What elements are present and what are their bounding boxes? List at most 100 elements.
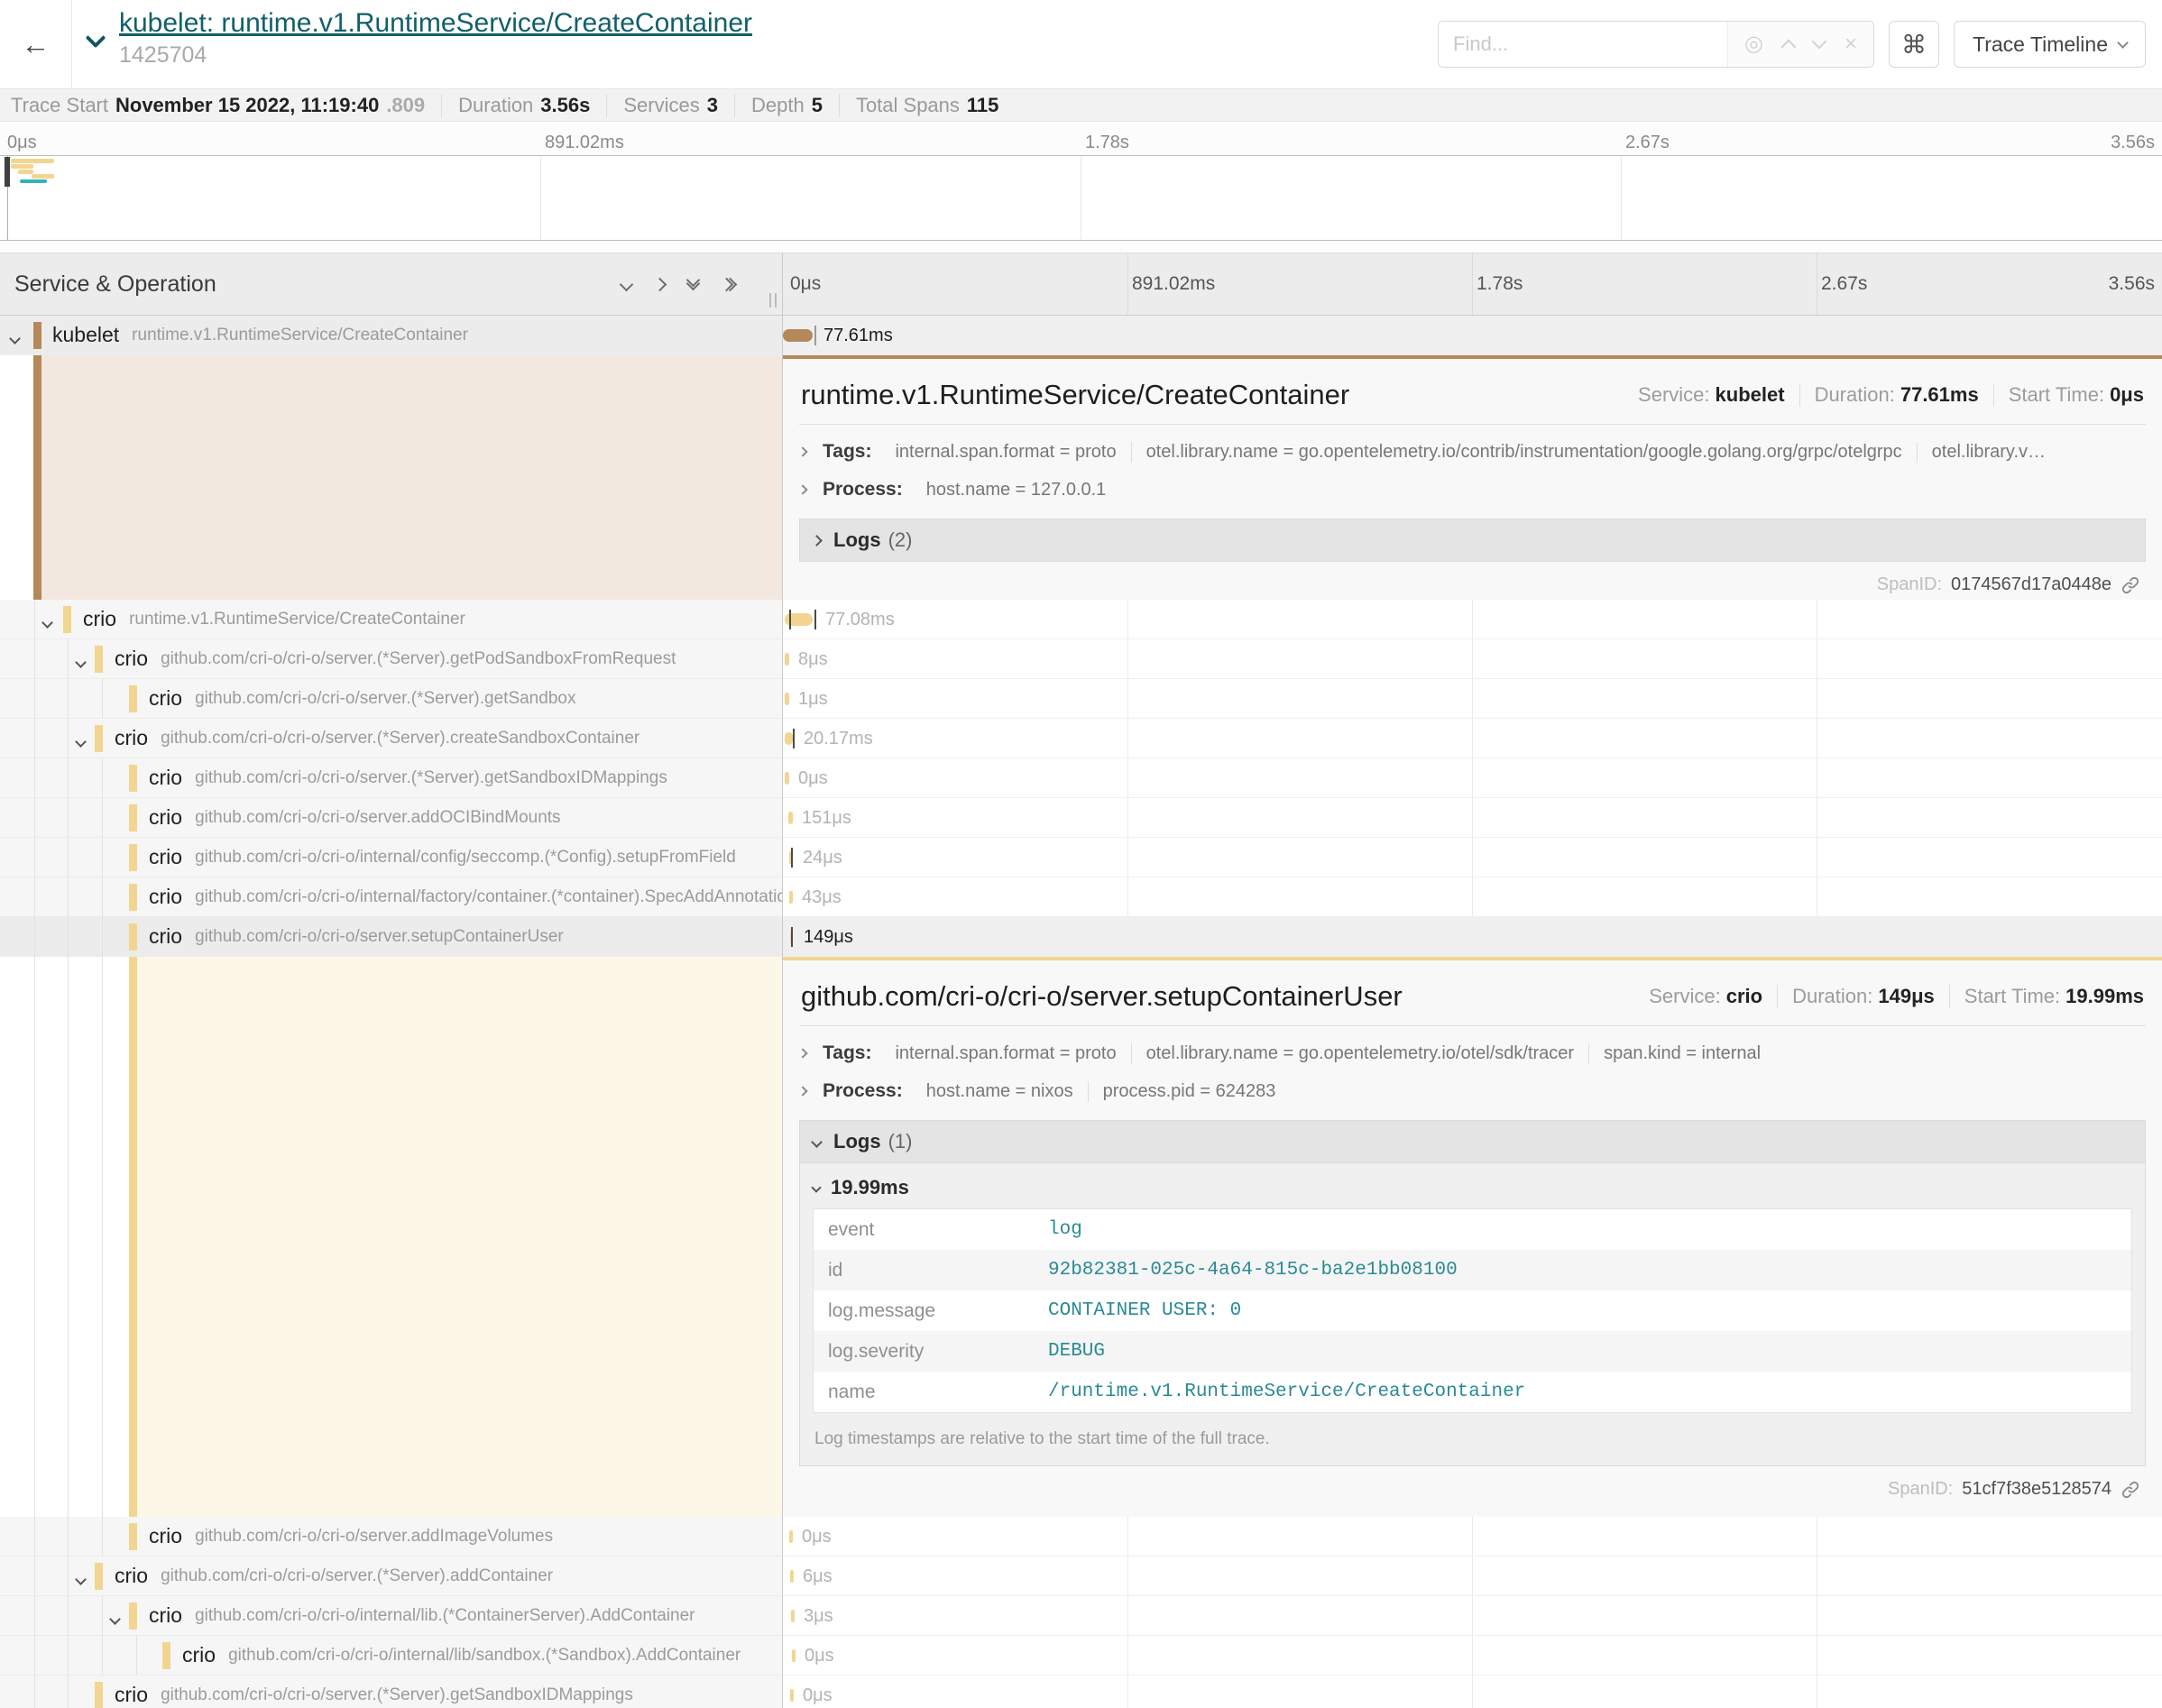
span-row-createsandboxcontainer[interactable]: crio github.com/cri-o/cri-o/server.(*Ser… [0, 719, 2162, 758]
spanid-label: SpanID: [1877, 574, 1942, 595]
detail-service: Service:kubelet [1624, 383, 1800, 407]
span-bar[interactable] [789, 891, 793, 904]
span-row-specaddannotations[interactable]: crio github.com/cri-o/cri-o/internal/fac… [0, 877, 2162, 917]
expand-all-icon[interactable] [722, 275, 735, 293]
trace-services: Services3 [623, 94, 735, 117]
keyboard-shortcuts-button[interactable]: ⌘ [1889, 21, 1939, 68]
minimap-ticks: 0μs 891.02ms 1.78s 2.67s 3.56s [0, 131, 2162, 155]
span-duration: 20.17ms [804, 729, 873, 749]
spanid-value: 51cf7f38e5128574 [1962, 1479, 2111, 1500]
view-selector-label: Trace Timeline [1973, 32, 2108, 57]
tags-accordion[interactable]: Tags: internal.span.format = proto otel.… [799, 1042, 2146, 1064]
deep-link-icon[interactable] [2121, 1480, 2140, 1500]
span-row-crio-createcontainer[interactable]: crio runtime.v1.RuntimeService/CreateCon… [0, 600, 2162, 639]
span-row-addocibindmounts[interactable]: crio github.com/cri-o/cri-o/server.addOC… [0, 798, 2162, 838]
span-duration: 77.61ms [823, 326, 893, 346]
collapse-children-icon[interactable] [11, 331, 19, 347]
span-bar[interactable] [790, 1570, 794, 1583]
span-row-getpodsandboxfromrequest[interactable]: crio github.com/cri-o/cri-o/server.(*Ser… [0, 639, 2162, 679]
logs-accordion[interactable]: Logs(1) [799, 1120, 2146, 1163]
span-operation: github.com/cri-o/cri-o/internal/lib.(*Co… [195, 1606, 695, 1626]
clear-search-icon[interactable]: × [1845, 33, 1857, 55]
span-row-setupcontaineruser[interactable]: crio github.com/cri-o/cri-o/server.setup… [0, 917, 2162, 957]
log-field-row: log.message CONTAINER USER: 0 [814, 1290, 2131, 1331]
span-operation: github.com/cri-o/cri-o/server.(*Server).… [161, 1685, 633, 1705]
span-service: crio [149, 766, 182, 790]
find-input[interactable] [1439, 22, 1727, 67]
span-duration: 77.08ms [825, 610, 895, 630]
detail-start-time: Start Time:19.99ms [1950, 985, 2144, 1008]
span-service: crio [149, 845, 182, 869]
log-entry-accordion[interactable]: 19.99ms [813, 1167, 2132, 1208]
span-service: crio [149, 1603, 182, 1628]
span-duration: 151μs [802, 808, 851, 829]
span-row-seccomp-setupfromfield[interactable]: crio github.com/cri-o/cri-o/internal/con… [0, 838, 2162, 877]
span-bar[interactable] [792, 1649, 796, 1662]
process-accordion[interactable]: Process: host.name = 127.0.0.1 [799, 479, 2146, 500]
span-bar[interactable] [790, 931, 793, 943]
process-accordion[interactable]: Process: host.name = nixos process.pid =… [799, 1080, 2146, 1102]
timeline-header: Service & Operation 0μs 891.02ms 1.78s 2… [0, 253, 2162, 316]
collapse-children-icon[interactable] [111, 1612, 119, 1628]
trace-total-spans: Total Spans115 [856, 94, 1015, 117]
span-bar[interactable] [790, 1689, 794, 1702]
span-bar[interactable] [785, 693, 789, 705]
span-bar[interactable] [785, 613, 813, 626]
span-bar[interactable] [788, 812, 793, 824]
view-selector-button[interactable]: Trace Timeline [1954, 21, 2146, 68]
collapse-children-icon[interactable] [77, 1572, 85, 1588]
next-result-icon[interactable] [1814, 36, 1825, 52]
span-duration: 3μs [804, 1606, 833, 1627]
span-operation: runtime.v1.RuntimeService/CreateContaine… [129, 610, 465, 629]
span-row-lib-addcontainer[interactable]: crio github.com/cri-o/cri-o/internal/lib… [0, 1596, 2162, 1636]
span-detail-row-setupcontaineruser: github.com/cri-o/cri-o/server.setupConta… [0, 957, 2162, 1517]
collapse-all-icon[interactable] [688, 275, 698, 293]
deep-link-icon[interactable] [2121, 575, 2140, 595]
span-row-getsandboxidmappings[interactable]: crio github.com/cri-o/cri-o/server.(*Ser… [0, 758, 2162, 798]
span-row-getsandboxidmappings-2[interactable]: crio github.com/cri-o/cri-o/server.(*Ser… [0, 1676, 2162, 1708]
span-row-getsandbox[interactable]: crio github.com/cri-o/cri-o/server.(*Ser… [0, 679, 2162, 719]
span-row-sandbox-addcontainer[interactable]: crio github.com/cri-o/cri-o/internal/lib… [0, 1636, 2162, 1676]
service-operation-heading: Service & Operation [14, 271, 216, 298]
trace-depth: Depth5 [751, 94, 840, 117]
span-bar[interactable] [785, 732, 793, 745]
collapse-one-icon[interactable] [621, 275, 631, 293]
locate-icon[interactable]: ◎ [1744, 33, 1763, 55]
back-button[interactable]: ← [0, 0, 72, 88]
tag: span.kind = internal [1589, 1043, 1775, 1064]
span-bar[interactable] [789, 1530, 793, 1543]
span-bar[interactable] [791, 1610, 795, 1622]
span-service: crio [115, 1564, 148, 1588]
tags-accordion[interactable]: Tags: internal.span.format = proto otel.… [799, 441, 2146, 463]
minimap-span-segment [18, 170, 33, 174]
minimap-scrubber-handle[interactable] [5, 157, 10, 187]
collapse-children-icon[interactable] [77, 655, 85, 671]
detail-service: Service:crio [1634, 985, 1778, 1008]
span-duration: 0μs [803, 1685, 833, 1706]
span-row-kubelet-createcontainer[interactable]: kubelet runtime.v1.RuntimeService/Create… [0, 316, 2162, 355]
span-row-addimagevolumes[interactable]: crio github.com/cri-o/cri-o/server.addIm… [0, 1517, 2162, 1556]
span-duration: 0μs [805, 1646, 834, 1667]
process-tag: process.pid = 624283 [1089, 1081, 1291, 1102]
span-color-bar [129, 765, 137, 792]
span-bar[interactable] [785, 653, 789, 666]
minimap-canvas[interactable] [0, 155, 2162, 241]
detail-title: github.com/cri-o/cri-o/server.setupConta… [801, 980, 1403, 1013]
span-bar[interactable] [789, 851, 792, 864]
span-row-addcontainer[interactable]: crio github.com/cri-o/cri-o/server.(*Ser… [0, 1556, 2162, 1596]
span-bar[interactable] [785, 772, 789, 785]
column-resize-handle[interactable] [769, 293, 777, 308]
expand-one-icon[interactable] [655, 275, 665, 293]
prev-result-icon[interactable] [1783, 36, 1794, 52]
span-color-bar [162, 1642, 170, 1669]
collapse-title-chevron-icon[interactable] [86, 28, 106, 49]
collapse-children-icon[interactable] [43, 615, 51, 631]
span-service: crio [115, 1683, 148, 1707]
collapse-children-icon[interactable] [77, 734, 85, 750]
spanid-label: SpanID: [1888, 1479, 1953, 1500]
trace-title-link[interactable]: kubelet: runtime.v1.RuntimeService/Creat… [119, 7, 752, 40]
span-bar[interactable] [783, 329, 813, 342]
logs-accordion[interactable]: Logs(2) [799, 519, 2146, 562]
tag: otel.library.name = go.opentelemetry.io/… [1132, 1043, 1590, 1064]
minimap-span-segment-teal [20, 179, 47, 183]
